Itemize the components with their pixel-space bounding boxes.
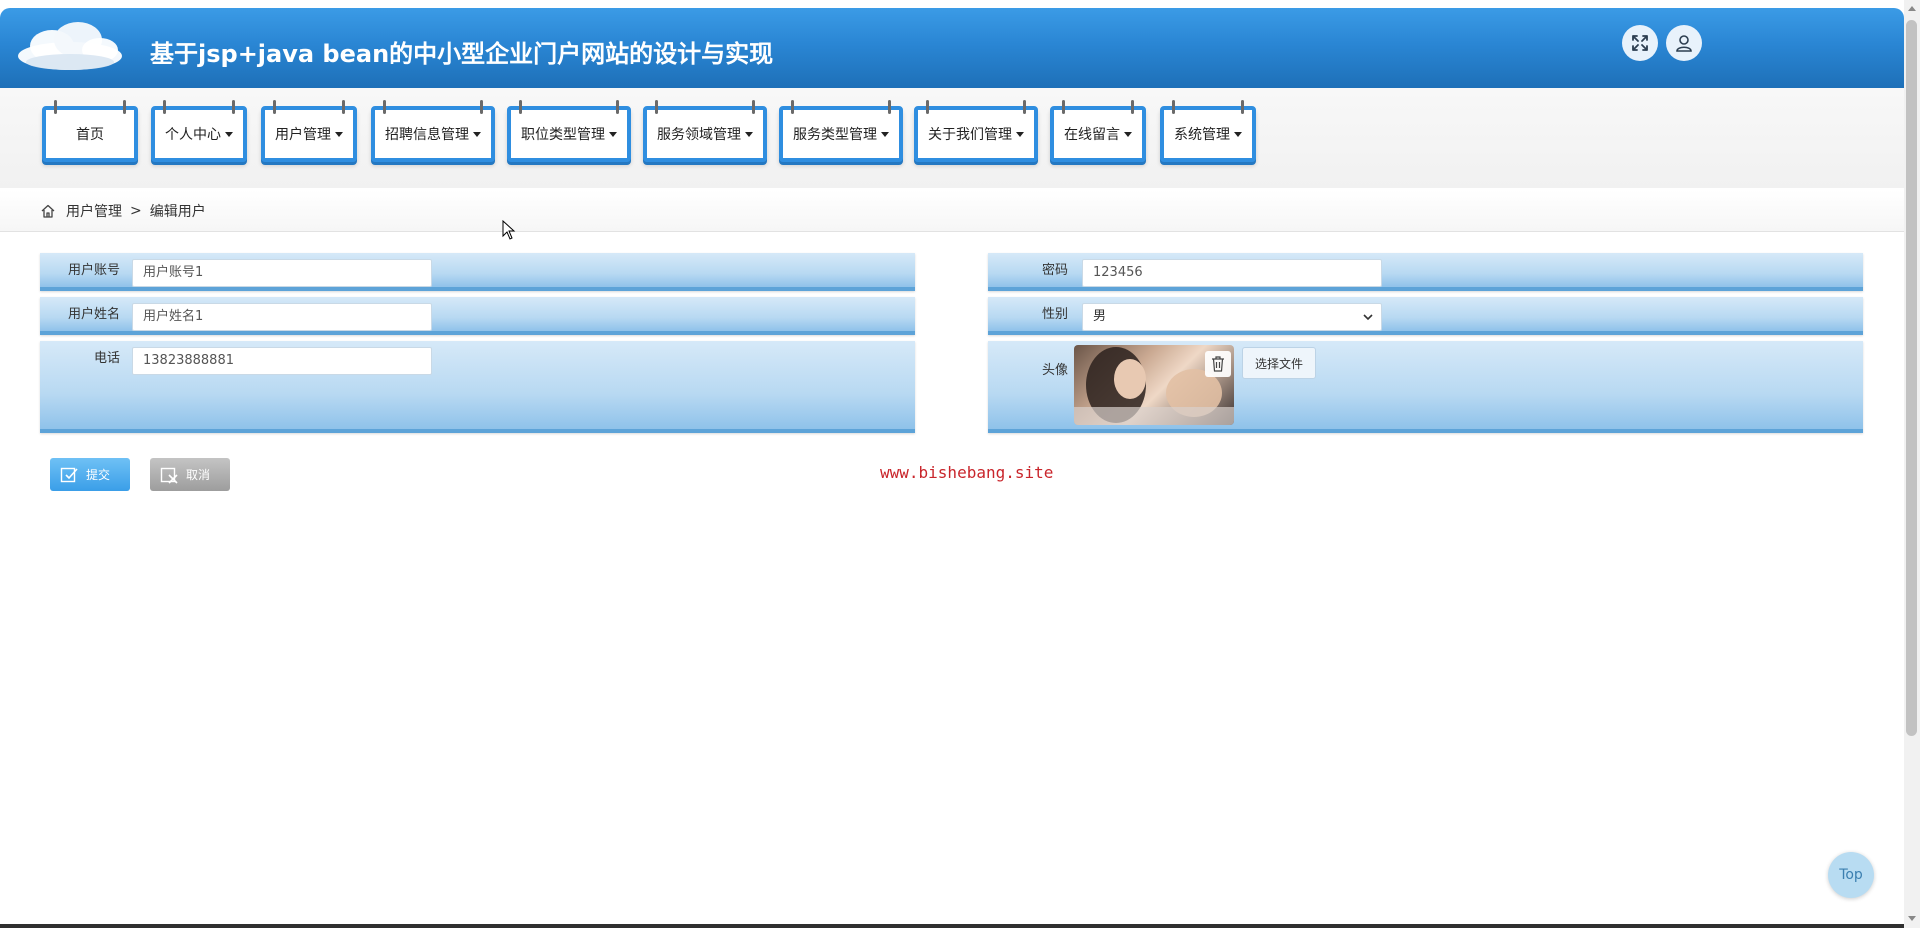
nav-item-about-us[interactable]: 关于我们管理 (914, 100, 1038, 162)
caret-down-icon (745, 131, 753, 137)
caret-down-icon (1124, 131, 1132, 137)
account-input[interactable]: 用户账号1 (132, 259, 432, 287)
caret-down-icon (473, 131, 481, 137)
nav-item-label: 用户管理 (275, 127, 331, 143)
caret-down-icon (609, 131, 617, 137)
nav-item-service-field[interactable]: 服务领域管理 (643, 100, 767, 162)
name-label: 用户姓名 (67, 307, 120, 322)
nav-item-home[interactable]: 首页 (42, 100, 138, 162)
breadcrumb-current: 编辑用户 (149, 203, 206, 220)
breadcrumb-parent[interactable]: 用户管理 (66, 201, 122, 221)
form-row-gender: 性别 男 (988, 297, 1863, 335)
account-label: 用户账号 (67, 263, 120, 278)
nav-item-service-type[interactable]: 服务类型管理 (779, 100, 903, 162)
edit-check-icon (60, 467, 78, 482)
form-row-account: 用户账号 用户账号1 (40, 253, 915, 291)
trash-icon (1212, 356, 1224, 372)
nav-item-messages[interactable]: 在线留言 (1050, 100, 1146, 162)
main-nav: 首页 个人中心 用户管理 招聘信息管理 职位类型管理 服务领域管理 服务类型管理… (0, 88, 1904, 188)
submit-button[interactable]: 提交 (50, 458, 130, 491)
phone-label: 电话 (93, 351, 120, 366)
form-row-avatar: 头像 选择文件 (988, 341, 1863, 433)
gender-select[interactable]: 男 (1082, 303, 1382, 331)
name-input[interactable]: 用户姓名1 (132, 303, 432, 331)
app-header: 基于jsp+java bean的中小型企业门户网站的设计与实现 (0, 8, 1904, 88)
site-title: 基于jsp+java bean的中小型企业门户网站的设计与实现 (150, 40, 774, 68)
gender-selected-value: 男 (1093, 309, 1107, 324)
home-icon[interactable] (40, 203, 56, 219)
nav-item-personal-center[interactable]: 个人中心 (151, 100, 247, 162)
nav-item-user-management[interactable]: 用户管理 (261, 100, 357, 162)
nav-item-label: 服务类型管理 (793, 127, 877, 143)
avatar-preview (1074, 345, 1234, 425)
nav-item-label: 系统管理 (1174, 127, 1230, 143)
caret-down-icon (225, 131, 233, 137)
watermark-text: www.bishebang.site (880, 463, 1054, 482)
avatar-label: 头像 (1041, 363, 1068, 378)
fullscreen-button[interactable] (1622, 25, 1658, 61)
mouse-cursor-icon (502, 220, 516, 240)
nav-item-label: 服务领域管理 (657, 127, 741, 143)
nav-item-position-type[interactable]: 职位类型管理 (507, 100, 631, 162)
cancel-icon (160, 467, 178, 484)
user-icon (1676, 35, 1692, 52)
user-menu-button[interactable] (1666, 25, 1702, 61)
nav-item-system[interactable]: 系统管理 (1160, 100, 1256, 162)
form-row-phone: 电话 13823888881 (40, 341, 915, 433)
back-to-top-button[interactable]: Top (1828, 852, 1874, 898)
choose-file-button[interactable]: 选择文件 (1242, 347, 1316, 379)
bottom-divider (0, 924, 1904, 928)
caret-down-icon (1016, 131, 1024, 137)
password-input[interactable]: 123456 (1082, 259, 1382, 287)
expand-icon (1632, 35, 1648, 51)
nav-item-recruitment[interactable]: 招聘信息管理 (371, 100, 495, 162)
caret-down-icon (1234, 131, 1242, 137)
breadcrumb: 用户管理 > 编辑用户 (0, 190, 1904, 232)
chevron-down-icon (1363, 314, 1373, 321)
delete-avatar-button[interactable] (1205, 351, 1231, 377)
nav-item-label: 职位类型管理 (521, 127, 605, 143)
nav-item-label: 关于我们管理 (928, 127, 1012, 143)
password-label: 密码 (1041, 263, 1068, 278)
nav-item-label: 在线留言 (1064, 127, 1120, 143)
cancel-label: 取消 (186, 468, 211, 482)
nav-item-label: 个人中心 (165, 127, 221, 143)
gender-label: 性别 (1041, 307, 1068, 322)
form-row-password: 密码 123456 (988, 253, 1863, 291)
submit-label: 提交 (86, 468, 111, 482)
scrollbar-thumb[interactable] (1906, 20, 1917, 736)
nav-item-label: 首页 (76, 127, 104, 143)
scroll-up-arrow-icon[interactable] (1908, 6, 1916, 11)
form-row-name: 用户姓名 用户姓名1 (40, 297, 915, 335)
caret-down-icon (335, 131, 343, 137)
nav-item-label: 招聘信息管理 (385, 127, 469, 143)
scroll-down-arrow-icon[interactable] (1908, 916, 1916, 921)
phone-input[interactable]: 13823888881 (132, 347, 432, 375)
cloud-logo-icon (18, 22, 122, 70)
caret-down-icon (881, 131, 889, 137)
cancel-button[interactable]: 取消 (150, 458, 230, 491)
breadcrumb-separator: > (130, 202, 142, 219)
